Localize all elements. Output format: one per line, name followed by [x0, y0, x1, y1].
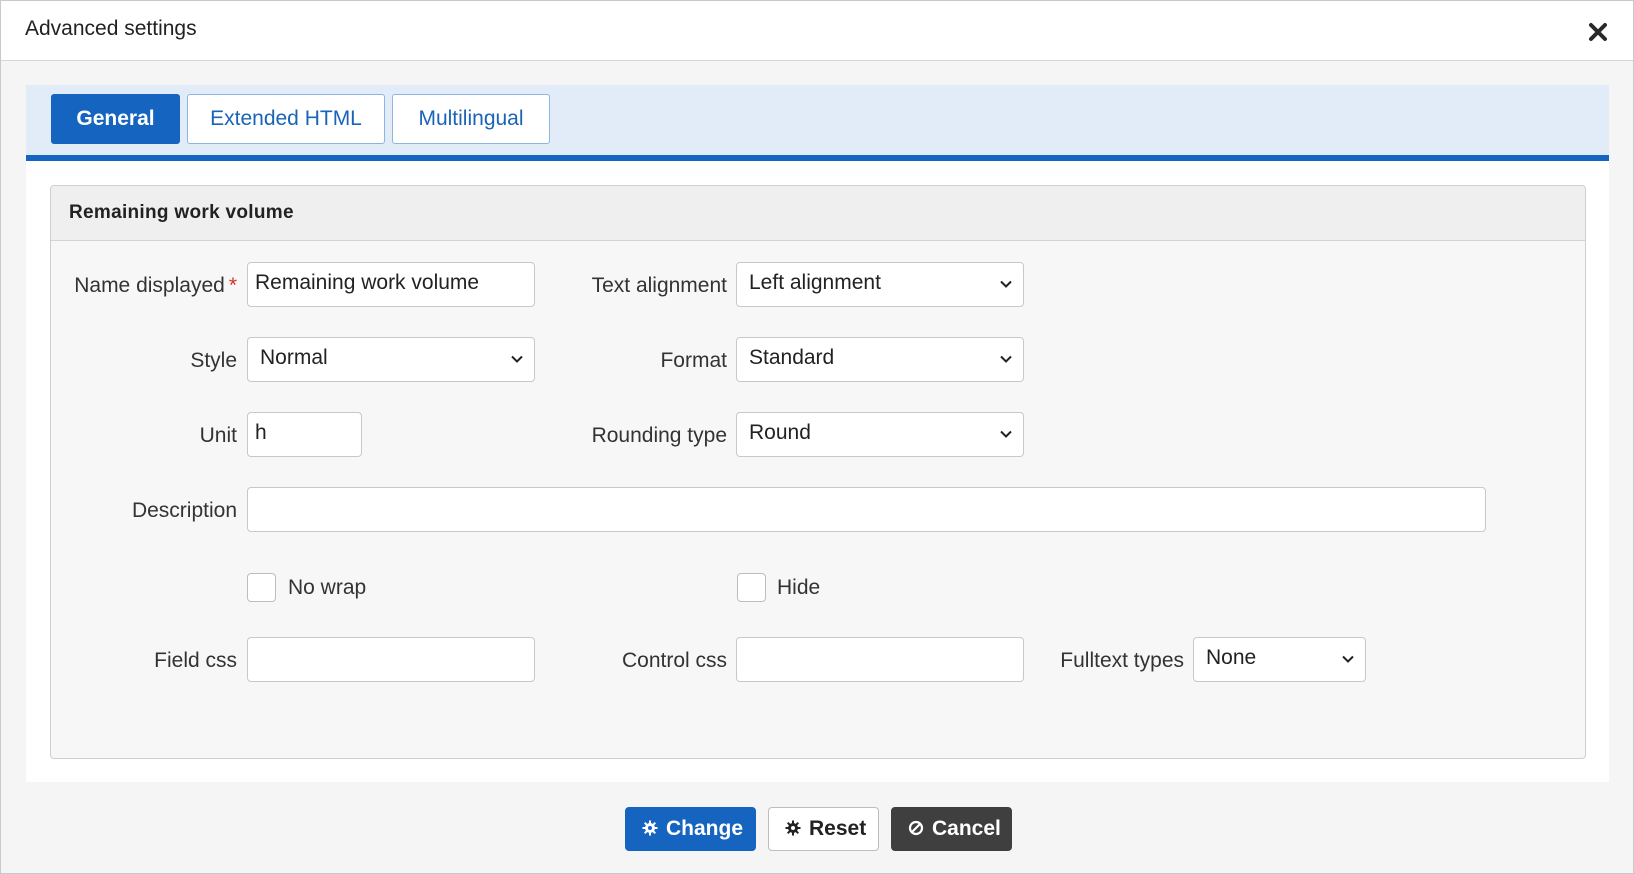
chevron-down-icon: [1000, 430, 1012, 438]
panel-header: Remaining work volume: [51, 186, 1585, 241]
reset-button[interactable]: Reset: [768, 807, 879, 851]
gear-icon: [642, 820, 658, 836]
name-displayed-label: Name displayed *: [51, 274, 237, 298]
dialog-titlebar: Advanced settings: [1, 1, 1633, 61]
unit-input[interactable]: h: [247, 412, 362, 457]
cancel-button-label: Cancel: [932, 817, 1001, 840]
description-label: Description: [131, 499, 237, 522]
name-displayed-input[interactable]: Remaining work volume: [247, 262, 535, 307]
tab-multilingual[interactable]: Multilingual: [392, 94, 550, 144]
chevron-down-icon: [1000, 280, 1012, 288]
name-displayed-value: Remaining work volume: [255, 271, 480, 294]
tab-extended-html[interactable]: Extended HTML: [187, 94, 385, 144]
unit-label: Unit: [199, 424, 237, 447]
change-button-label: Change: [666, 817, 744, 840]
cancel-button[interactable]: Cancel: [891, 807, 1012, 851]
format-label: Format: [660, 349, 727, 372]
rounding-type-select[interactable]: Round: [736, 412, 1024, 457]
chevron-down-icon: [511, 355, 523, 363]
control-css-input[interactable]: [736, 637, 1024, 682]
close-icon[interactable]: [1587, 21, 1609, 43]
fulltext-types-label: Fulltext types: [1060, 649, 1184, 672]
style-value: Normal: [260, 346, 328, 369]
description-input[interactable]: [247, 487, 1486, 532]
format-select[interactable]: Standard: [736, 337, 1024, 382]
cancel-icon: [908, 820, 924, 836]
name-displayed-label-text: Name displayed: [74, 274, 225, 297]
text-alignment-value: Left alignment: [749, 271, 881, 294]
chevron-down-icon: [1342, 655, 1354, 663]
fulltext-types-select[interactable]: None: [1193, 637, 1366, 682]
style-select[interactable]: Normal: [247, 337, 535, 382]
text-alignment-label: Text alignment: [591, 274, 727, 297]
format-value: Standard: [749, 346, 835, 369]
advanced-settings-dialog: Advanced settings General Extended HTML …: [0, 0, 1634, 874]
reset-button-label: Reset: [809, 817, 867, 840]
dialog-title: Advanced settings: [25, 17, 197, 40]
tab-general[interactable]: General: [51, 94, 180, 144]
field-css-input[interactable]: [247, 637, 535, 682]
fulltext-types-value: None: [1206, 646, 1257, 669]
no-wrap-checkbox[interactable]: [247, 573, 276, 602]
chevron-down-icon: [1000, 355, 1012, 363]
change-button[interactable]: Change: [625, 807, 756, 851]
rounding-type-value: Round: [749, 421, 811, 444]
settings-panel: Remaining work volume Name displayed * Re…: [50, 185, 1586, 759]
tab-bar: General Extended HTML Multilingual: [26, 85, 1609, 161]
text-alignment-select[interactable]: Left alignment: [736, 262, 1024, 307]
hide-label: Hide: [777, 576, 821, 599]
rounding-type-label: Rounding type: [591, 424, 727, 447]
dialog-content: General Extended HTML Multilingual Remai…: [26, 85, 1609, 782]
style-label: Style: [190, 349, 237, 372]
unit-value: h: [255, 421, 267, 444]
panel-title: Remaining work volume: [69, 202, 294, 223]
field-css-label: Field css: [154, 649, 237, 672]
control-css-label: Control css: [621, 649, 727, 672]
gear-icon: [785, 820, 801, 836]
no-wrap-label: No wrap: [288, 576, 367, 599]
hide-checkbox[interactable]: [737, 573, 766, 602]
required-marker: *: [228, 274, 237, 297]
